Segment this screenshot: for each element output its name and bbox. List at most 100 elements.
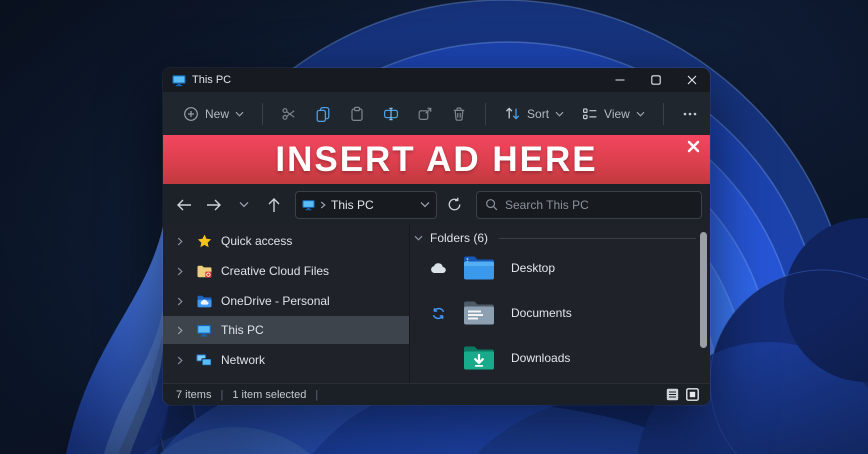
refresh-icon: [447, 197, 462, 212]
ad-banner[interactable]: INSERT AD HERE: [163, 135, 710, 184]
copy-button[interactable]: [307, 100, 339, 128]
back-button[interactable]: [169, 190, 199, 220]
folder-name: Documents: [511, 306, 572, 320]
close-button[interactable]: [674, 68, 710, 92]
address-input-box[interactable]: This PC: [295, 190, 437, 219]
chevron-right-icon[interactable]: [173, 356, 187, 365]
navigation-pane: Quick access Creative Cloud Files OneDri…: [163, 225, 410, 383]
rename-button[interactable]: [375, 100, 407, 128]
arrow-right-icon: [206, 198, 222, 212]
sidebar-item-network[interactable]: Network: [163, 346, 409, 374]
large-icons-view-icon: [686, 388, 699, 401]
close-icon: [687, 75, 697, 85]
paste-button[interactable]: [341, 100, 373, 128]
new-label: New: [205, 106, 230, 121]
content-area: Quick access Creative Cloud Files OneDri…: [163, 225, 710, 383]
ellipsis-icon: [682, 106, 698, 122]
cut-button[interactable]: [273, 100, 305, 128]
breadcrumb-separator-icon: [320, 201, 326, 209]
window-title: This PC: [192, 74, 232, 86]
forward-button[interactable]: [199, 190, 229, 220]
chevron-right-icon[interactable]: [173, 267, 187, 276]
ad-banner-text: INSERT AD HERE: [275, 139, 598, 179]
sidebar-item-onedrive-personal[interactable]: OneDrive - Personal: [163, 287, 409, 315]
selection-count: 1 item selected: [232, 388, 307, 401]
items-count: 7 items: [176, 388, 212, 401]
new-button[interactable]: New: [175, 100, 252, 128]
maximize-button[interactable]: [638, 68, 674, 92]
monitor-icon: [195, 324, 213, 337]
chevron-down-icon[interactable]: [420, 201, 430, 208]
sidebar-item-creative-cloud-files[interactable]: Creative Cloud Files: [163, 257, 409, 285]
network-icon: [195, 354, 213, 367]
sidebar-item-label: OneDrive - Personal: [221, 294, 330, 308]
ad-close-button[interactable]: [685, 138, 702, 155]
folder-view-pane: Folders (6) Desktop Documents Downloads: [410, 225, 710, 383]
title-bar[interactable]: This PC: [163, 68, 710, 92]
cloud-icon: [430, 262, 447, 274]
folders-group-header[interactable]: Folders (6): [414, 229, 696, 247]
arrow-left-icon: [176, 198, 192, 212]
sidebar-item-label: Network: [221, 353, 266, 367]
chevron-down-icon[interactable]: [414, 235, 423, 241]
group-header-rule: [499, 237, 696, 239]
chevron-down-icon: [235, 111, 244, 117]
sync-icon: [430, 306, 447, 321]
desktop-folder-icon: [462, 254, 496, 282]
toolbar-divider: [662, 102, 664, 125]
onedrive-folder-icon: [195, 295, 213, 308]
share-button[interactable]: [409, 100, 441, 128]
documents-folder-icon: [462, 299, 496, 327]
toolbar-divider: [485, 102, 487, 125]
scissors-icon: [281, 106, 297, 122]
up-button[interactable]: [259, 190, 289, 220]
search-input[interactable]: [505, 197, 693, 212]
folder-name: Downloads: [511, 351, 571, 365]
file-explorer-window: This PC New Sort View INSERT AD HERE Thi…: [163, 68, 710, 405]
sidebar-item-label: Quick access: [221, 234, 293, 248]
vertical-scrollbar[interactable]: [700, 232, 707, 348]
share-icon: [417, 106, 433, 122]
breadcrumb[interactable]: This PC: [331, 198, 374, 212]
chevron-right-icon[interactable]: [173, 326, 187, 335]
minimize-button[interactable]: [602, 68, 638, 92]
list-view-icon: [666, 388, 679, 401]
group-header-label: Folders (6): [430, 231, 489, 245]
folder-item-downloads[interactable]: Downloads: [430, 341, 570, 375]
status-separator: |: [315, 388, 319, 401]
this-pc-monitor-icon: [172, 74, 186, 87]
chevron-right-icon[interactable]: [173, 297, 187, 306]
view-button[interactable]: View: [574, 101, 653, 127]
large-icons-view-button[interactable]: [685, 387, 700, 402]
recent-locations-button[interactable]: [229, 190, 259, 220]
chevron-right-icon[interactable]: [173, 237, 187, 246]
view-options-icon: [582, 107, 598, 121]
delete-button[interactable]: [443, 100, 475, 128]
status-bar: 7 items | 1 item selected |: [163, 383, 710, 405]
x-icon: [687, 140, 700, 153]
this-pc-monitor-icon: [302, 199, 315, 211]
sort-button[interactable]: Sort: [496, 100, 572, 127]
sort-arrows-icon: [504, 106, 521, 121]
more-options-button[interactable]: [674, 100, 706, 128]
refresh-button[interactable]: [440, 191, 468, 219]
sort-label: Sort: [527, 106, 550, 121]
star-icon: [195, 234, 213, 248]
trash-icon: [451, 106, 467, 122]
view-label: View: [604, 106, 630, 121]
maximize-icon: [651, 75, 661, 85]
toolbar-divider: [262, 102, 264, 125]
command-toolbar: New Sort View: [163, 92, 710, 135]
status-separator: |: [220, 388, 224, 401]
folder-item-desktop[interactable]: Desktop: [430, 251, 555, 285]
sidebar-item-label: Creative Cloud Files: [221, 264, 330, 278]
copy-icon: [315, 106, 331, 122]
folder-item-documents[interactable]: Documents: [430, 296, 572, 330]
search-icon: [485, 198, 498, 211]
arrow-up-icon: [267, 197, 281, 213]
sidebar-item-quick-access[interactable]: Quick access: [163, 227, 409, 255]
search-box[interactable]: [476, 190, 702, 219]
sidebar-item-this-pc[interactable]: This PC: [163, 316, 409, 344]
list-view-button[interactable]: [665, 387, 680, 402]
rename-icon: [383, 106, 399, 122]
